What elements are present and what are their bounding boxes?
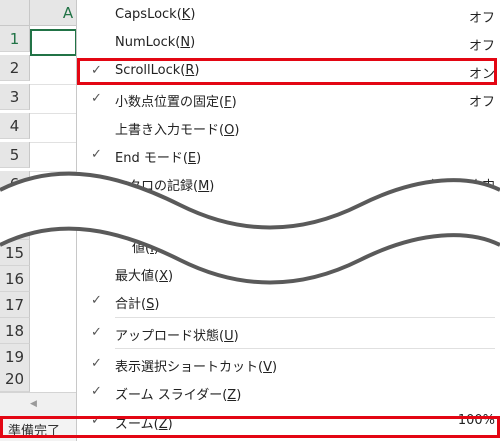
row-header-14[interactable]: 14	[0, 214, 30, 240]
check-icon: ✓	[91, 293, 102, 308]
check-icon: ✓	[91, 203, 102, 218]
row-header-6[interactable]: 6	[0, 171, 30, 197]
menu-item-label-tail: )	[190, 7, 196, 22]
scrolllock-highlight-frame	[77, 58, 497, 85]
menu-item-value: オフ	[468, 39, 495, 54]
menu-item-access-key: F	[224, 95, 232, 110]
row-header-2[interactable]: 2	[0, 55, 30, 81]
menu-item-numlock[interactable]: NumLock(N) オフ	[77, 30, 500, 58]
row-header-17[interactable]: 17	[0, 292, 30, 318]
menu-item-label: 合計(	[115, 297, 147, 312]
menu-item-label-tail: )	[167, 269, 174, 284]
menu-divider	[115, 317, 495, 318]
menu-item-end-mode[interactable]: ✓ End モード(E)	[77, 142, 500, 170]
horizontal-scrollbar[interactable]: ◀	[0, 392, 76, 417]
row-header-5[interactable]: 5	[0, 142, 30, 168]
menu-item-label-tail: )	[209, 179, 215, 194]
menu-item-label: アップロード状態(	[115, 329, 225, 344]
check-icon: ✓	[91, 91, 102, 106]
menu-item-label: アクセシ	[115, 207, 167, 222]
status-bar-customize-menu: CapsLock(K) オフ NumLock(N) オフ ✓ ScrollLoc…	[76, 0, 500, 441]
menu-item-macro-recording[interactable]: マクロの記録(M) 記録停止中	[77, 170, 500, 198]
menu-item-maximum[interactable]: 最大値(X)	[77, 260, 500, 288]
menu-item-label: マクロの記録(	[115, 179, 199, 194]
scroll-left-icon[interactable]: ◀	[30, 399, 37, 409]
menu-item-label-tail: )	[234, 123, 240, 138]
menu-item-label-tail: )	[196, 151, 202, 166]
menu-item-label-tail: )	[271, 360, 278, 375]
menu-item-label: 最大値(	[115, 269, 160, 284]
menu-item-access-key: X	[159, 269, 168, 284]
row-header-15[interactable]: 15	[0, 240, 30, 266]
menu-item-label: 値(	[132, 241, 151, 256]
menu-item-label-tail: )	[231, 95, 237, 110]
menu-item-upload-status[interactable]: ✓ アップロード状態(U)	[77, 320, 500, 348]
menu-item-capslock[interactable]: CapsLock(K) オフ	[77, 2, 500, 30]
menu-item-label: End モード(	[115, 151, 188, 166]
menu-item-value: オフ	[468, 95, 495, 110]
menu-item-label-tail: )	[236, 388, 242, 403]
menu-item-label: 表示選択ショートカット(	[115, 360, 264, 375]
menu-item-sum[interactable]: ✓ 合計(S)	[77, 288, 500, 316]
menu-item-access-key: M	[198, 179, 210, 194]
select-all-corner[interactable]	[0, 0, 30, 26]
menu-item-label-tail: )	[154, 297, 160, 312]
menu-item-label: ズーム スライダー(	[115, 388, 228, 403]
row-header-20[interactable]: 20	[0, 366, 30, 392]
row-header-18[interactable]: 18	[0, 318, 30, 344]
menu-item-access-key: Z	[227, 388, 237, 403]
menu-item-access-key: O	[224, 123, 235, 138]
menu-item-label: 小数点位置の固定(	[115, 95, 225, 110]
menu-item-label: NumLock(	[115, 35, 181, 50]
menu-item-access-key: E	[187, 151, 197, 166]
check-icon: ✓	[91, 384, 102, 399]
menu-item-fixed-decimal[interactable]: ✓ 小数点位置の固定(F) オフ	[77, 86, 500, 114]
check-icon: ✓	[91, 356, 102, 371]
row-header-16[interactable]: 16	[0, 266, 30, 292]
menu-item-access-key: N	[180, 35, 191, 50]
menu-item-zoom-slider[interactable]: ✓ ズーム スライダー(Z)	[77, 379, 500, 407]
menu-item-access-key: U	[224, 329, 234, 344]
menu-item-label: 上書き入力モード(	[115, 123, 225, 138]
menu-item-view-shortcuts[interactable]: ✓ 表示選択ショートカット(V)	[77, 351, 500, 379]
row-header-4[interactable]: 4	[0, 113, 30, 139]
menu-item-access-key: V	[263, 360, 272, 375]
row-header-1[interactable]: 1	[0, 26, 30, 52]
menu-item-label-tail: )	[233, 329, 239, 344]
menu-item-label-tail: )	[153, 241, 159, 256]
menu-item-overtype-mode[interactable]: 上書き入力モード(O)	[77, 114, 500, 142]
check-icon: ✓	[91, 325, 102, 340]
menu-divider	[115, 348, 495, 349]
menu-item-value: オフ	[468, 11, 495, 26]
menu-item-label: CapsLock(	[115, 7, 182, 22]
active-cell-a1[interactable]	[30, 29, 77, 56]
menu-item-value: 記録停止中	[429, 179, 495, 194]
check-icon: ✓	[91, 147, 102, 162]
menu-item-accessibility[interactable]: ✓ アクセシ	[77, 198, 500, 226]
menu-item-label-tail: )	[190, 35, 196, 50]
row-header-3[interactable]: 3	[0, 84, 30, 110]
status-bar-highlight-frame	[0, 416, 500, 438]
menu-item-minimum[interactable]: 値(I)	[77, 232, 500, 260]
